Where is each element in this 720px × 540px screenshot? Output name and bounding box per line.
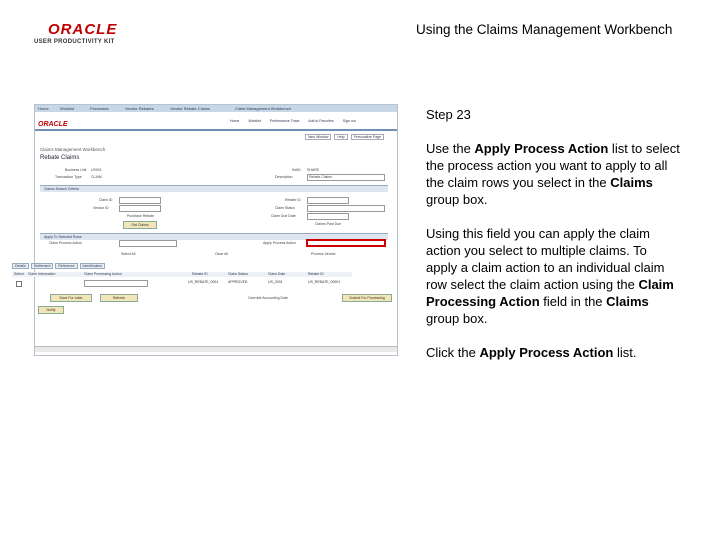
grid-col-action: Claim Processing Action: [84, 272, 122, 276]
claim-status-select[interactable]: [307, 205, 385, 212]
setid-value: SHARE: [307, 168, 320, 172]
business-unit-value: US001: [91, 168, 102, 172]
logo-brand: ORACLE: [48, 21, 118, 38]
claims-past-due-label: Claims Past Due: [315, 222, 342, 226]
process-action-select[interactable]: [119, 240, 177, 247]
instruction-paragraph-2: Using this field you can apply the claim…: [426, 225, 680, 327]
tab-details[interactable]: Details: [12, 263, 29, 269]
process-action-label: Claim Process Action: [49, 241, 83, 245]
text: list.: [613, 345, 637, 360]
save-for-later-button[interactable]: Save For Later: [50, 294, 92, 302]
page-title: Rebate Claims: [40, 155, 80, 161]
grid-cell: US_REBATE_00001: [308, 280, 341, 284]
menu-add-favorites[interactable]: Add to Favorites: [308, 119, 333, 123]
grid-col-select: Select: [14, 272, 24, 276]
text: Using this field you can apply the claim…: [426, 226, 665, 292]
rebate-id-field[interactable]: [307, 197, 349, 204]
claim-id-field[interactable]: [119, 197, 161, 204]
header-menu: Home Worklist Performance Trace Add to F…: [230, 119, 364, 123]
table-row[interactable]: US_REBATE_0001 APPROVED US_0001 US_REBAT…: [12, 280, 352, 287]
application-screenshot: Home Worklist Processes Vendor Rebates V…: [34, 104, 398, 356]
grid-cell: APPROVED: [228, 280, 248, 284]
breadcrumb-item[interactable]: Processes: [90, 106, 109, 111]
instruction-paragraph-3: Click the Apply Process Action list.: [426, 344, 680, 361]
bold-term: Apply Process Action: [479, 345, 614, 360]
breadcrumb-item[interactable]: Vendor Rebate Claims: [170, 106, 210, 111]
grid-col-rebate: Rebate ID: [192, 272, 208, 276]
header-divider: [35, 129, 397, 131]
text: field in the: [539, 294, 607, 309]
override-date-label: Override Accounting Date: [248, 296, 288, 300]
breadcrumb-item[interactable]: Claim Management Workbench: [235, 106, 291, 111]
vendor-id-label: Vendor ID: [93, 206, 109, 210]
grid-cell: US_0001: [268, 280, 283, 284]
text: Use the: [426, 141, 475, 156]
tab-reference[interactable]: Reference: [55, 263, 78, 269]
breadcrumb-item[interactable]: Worklist: [60, 106, 74, 111]
menu-worklist[interactable]: Worklist: [248, 119, 260, 123]
row-checkbox[interactable]: [16, 281, 22, 287]
row-action-select[interactable]: [84, 280, 148, 287]
claim-due-date-field[interactable]: [307, 213, 349, 220]
page-links: New Window Help Personalize Page: [303, 134, 385, 140]
menu-performance-trace[interactable]: Performance Trace: [270, 119, 300, 123]
new-window-link[interactable]: New Window: [305, 134, 332, 140]
grid-col-rebate-id: Rebate ID: [308, 272, 324, 276]
claims-search-section[interactable]: Claims Search Criteria: [40, 185, 388, 192]
grid-col-info: Claim Information: [28, 272, 56, 276]
instruction-paragraph-1: Use the Apply Process Action list to sel…: [426, 140, 680, 208]
oracle-upk-logo: ORACLE USER PRODUCTIVITY KIT: [34, 22, 124, 45]
rebate-id-label: Rebate ID: [285, 198, 301, 202]
bold-term: Claims: [606, 294, 649, 309]
setid-label: SetID: [292, 168, 301, 172]
select-all-link[interactable]: Select All: [121, 252, 135, 256]
page-subtitle: Claims Management Workbench: [40, 147, 106, 152]
claims-tabs: Details Settlement Reference Identificat…: [12, 263, 106, 269]
apply-process-action-dropdown[interactable]: [306, 239, 386, 247]
apply-process-action-label: Apply Process Action: [263, 241, 296, 245]
grid-cell: US_REBATE_0001: [188, 280, 219, 284]
text: group box.: [426, 311, 488, 326]
business-unit-label: Business Unit: [65, 168, 87, 172]
transaction-type-label: Transaction Type: [55, 175, 82, 179]
text: Click the: [426, 345, 480, 360]
refresh-button[interactable]: Refresh: [100, 294, 138, 302]
document-title: Using the Claims Management Workbench: [416, 22, 673, 37]
grid-col-date: Claim Date: [268, 272, 286, 276]
claim-id-label: Claim ID: [99, 198, 113, 202]
submit-processing-button[interactable]: Submit For Processing: [342, 294, 392, 302]
breadcrumb-item[interactable]: Home: [38, 106, 49, 111]
tab-settlement[interactable]: Settlement: [30, 263, 54, 269]
get-claims-button[interactable]: Get Claims: [123, 221, 157, 229]
bold-term: Apply Process Action: [474, 141, 609, 156]
vendor-id-field[interactable]: [119, 205, 161, 212]
menu-sign-out[interactable]: Sign out: [343, 119, 356, 123]
purchase-rebate-label: Purchase Rebate: [127, 214, 155, 218]
section-title: Apply To Selected Rows: [44, 235, 82, 239]
logo-product: USER PRODUCTIVITY KIT: [34, 39, 115, 45]
horizontal-scrollbar[interactable]: [35, 346, 397, 352]
grid-col-status: Claim Status: [228, 272, 248, 276]
description-label: Description: [275, 175, 293, 179]
tab-identification[interactable]: Identification: [79, 263, 106, 269]
claims-grid-header: Select Claim Information Claim Processin…: [12, 272, 352, 277]
step-label: Step 23: [426, 107, 471, 122]
app-brand: ORACLE: [38, 121, 68, 128]
claim-status-label: Claim Status: [275, 206, 295, 210]
bold-term: Claims: [610, 175, 653, 190]
notify-button[interactable]: Notify: [38, 306, 64, 314]
description-value: Rebate Claims: [309, 175, 332, 179]
breadcrumb: Home Worklist Processes Vendor Rebates V…: [35, 105, 397, 112]
clear-all-link[interactable]: Clear All: [215, 252, 228, 256]
instruction-panel: Step 23 Use the Apply Process Action lis…: [426, 106, 680, 378]
help-link[interactable]: Help: [334, 134, 348, 140]
transaction-type-value: CLAIM: [91, 175, 102, 179]
claim-due-date-label: Claim Due Date: [271, 214, 296, 218]
section-title: Claims Search Criteria: [44, 187, 80, 191]
process-vendor-link[interactable]: Process Vendor: [311, 252, 336, 256]
text: group box.: [426, 192, 488, 207]
personalize-page-link[interactable]: Personalize Page: [350, 134, 385, 140]
menu-home[interactable]: Home: [230, 119, 239, 123]
breadcrumb-item[interactable]: Vendor Rebates: [125, 106, 154, 111]
